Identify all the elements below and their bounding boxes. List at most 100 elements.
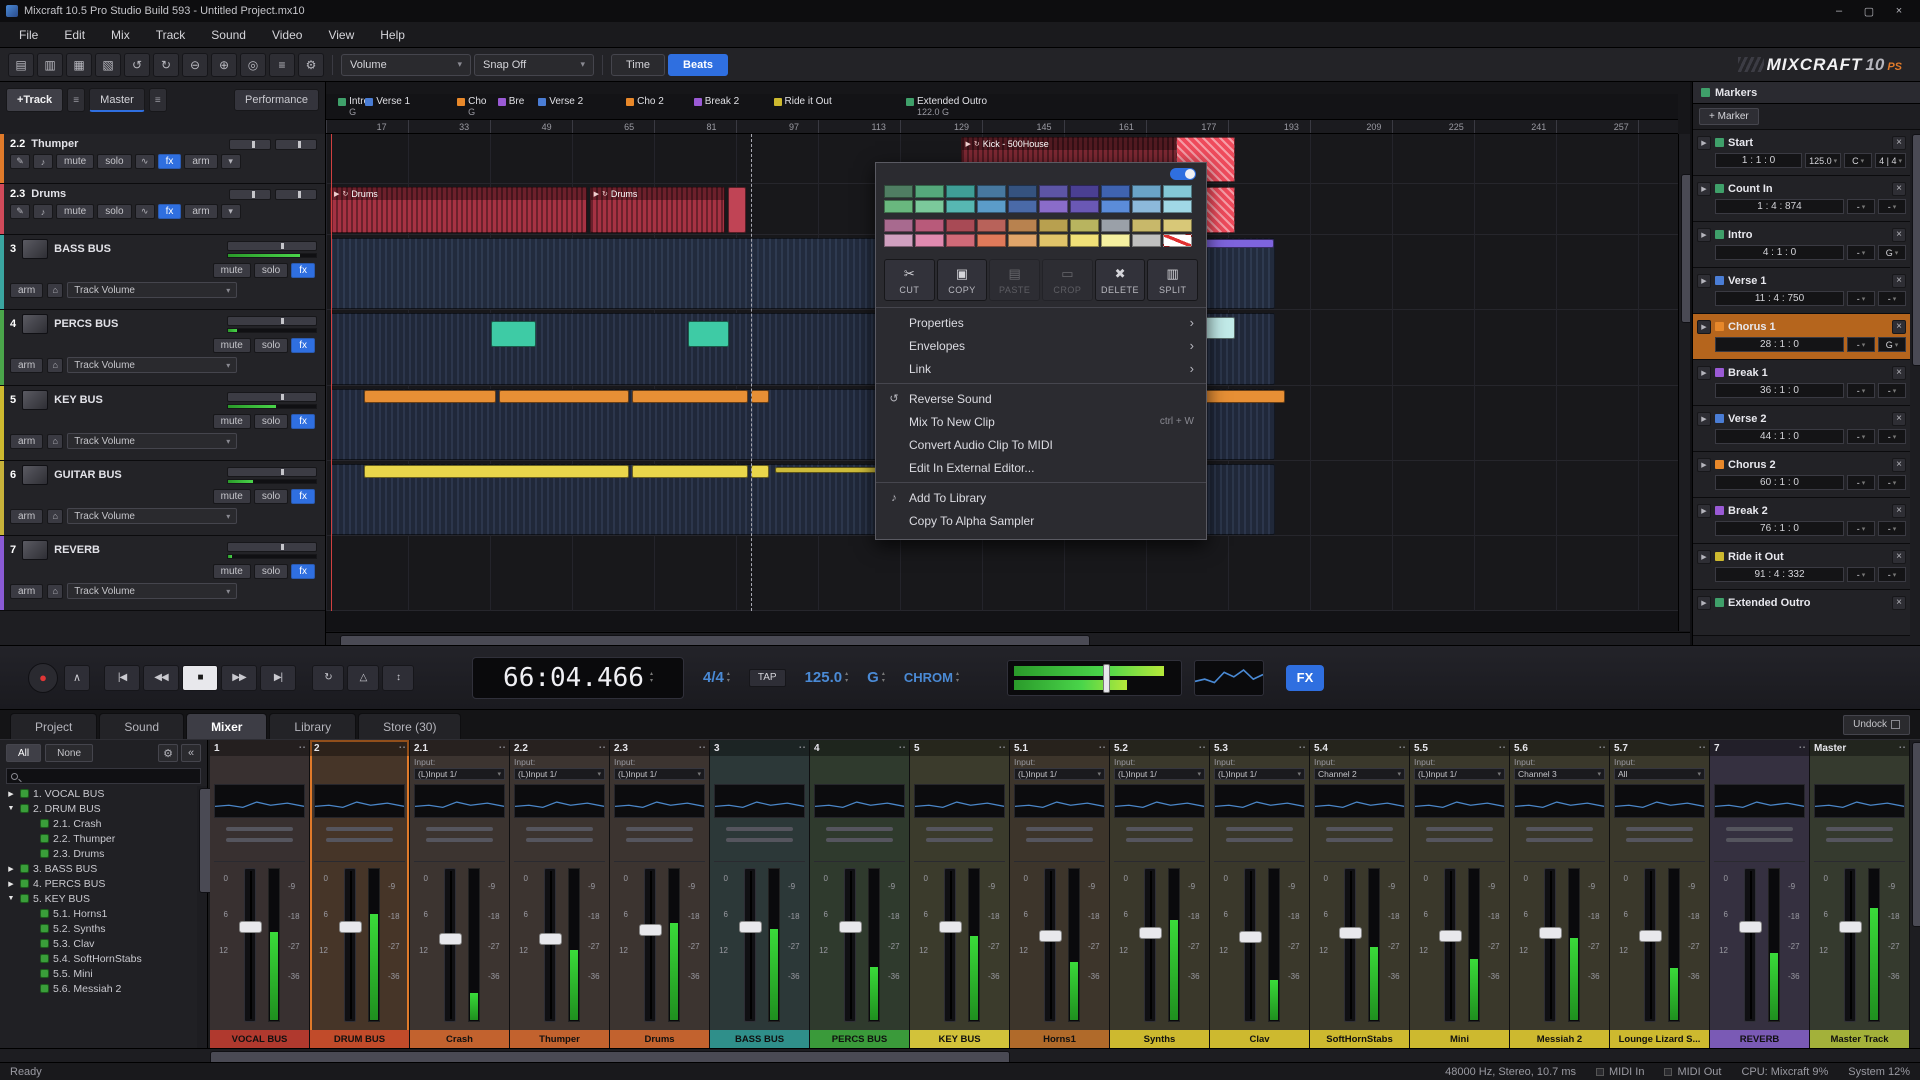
- marker-position[interactable]: 1 : 1 : 0: [1715, 153, 1802, 168]
- search-input[interactable]: [22, 771, 196, 782]
- channel-sends-section[interactable]: [714, 820, 805, 862]
- menu-item[interactable]: Help: [367, 22, 418, 47]
- channel-eq-display[interactable]: [1614, 784, 1705, 818]
- marker-value-dropdown[interactable]: -: [1847, 521, 1875, 536]
- mixer-channel-strip[interactable]: 5.2 Input: (L)Input 1/: [1110, 740, 1210, 1048]
- mixer-channel-strip[interactable]: 2 Input:: [310, 740, 410, 1048]
- channel-eq-display[interactable]: [1014, 784, 1105, 818]
- marker-delete-button[interactable]: [1892, 596, 1906, 610]
- channel-eq-display[interactable]: [1514, 784, 1605, 818]
- section-marker[interactable]: Extended Outro 122.0 G: [906, 96, 987, 117]
- palette-swatch[interactable]: [977, 185, 1006, 198]
- marker-name[interactable]: Verse 1: [1728, 275, 1888, 287]
- tree-item[interactable]: 5.4. SoftHornStabs: [0, 951, 197, 966]
- track-name[interactable]: Thumper: [31, 138, 78, 150]
- marker-value-dropdown[interactable]: -: [1847, 567, 1875, 582]
- mixer-channel-strip[interactable]: 5 Input:: [910, 740, 1010, 1048]
- channel-sends-section[interactable]: [614, 820, 705, 862]
- context-menu-item[interactable]: Envelopes: [876, 334, 1206, 357]
- channel-header-icons[interactable]: [1899, 745, 1905, 751]
- clip-action-button[interactable]: ▣ COPY: [937, 259, 988, 301]
- marker-position[interactable]: 91 : 4 : 332: [1715, 567, 1844, 582]
- fx-button[interactable]: fx: [291, 489, 315, 504]
- marker-play-icon[interactable]: [1697, 136, 1711, 150]
- mixer-horizontal-scrollbar[interactable]: [0, 1048, 1920, 1062]
- tree-item[interactable]: 2.1. Crash: [0, 816, 197, 831]
- channel-eq-display[interactable]: [214, 784, 305, 818]
- channel-sends-section[interactable]: [414, 820, 505, 862]
- marker-play-icon[interactable]: [1697, 596, 1711, 610]
- section-marker[interactable]: Cho 2: [626, 96, 664, 107]
- marker-item[interactable]: Break 1 36 : 1 : 0 --: [1693, 360, 1910, 406]
- solo-button[interactable]: solo: [97, 154, 131, 169]
- redo-icon[interactable]: ↻: [153, 53, 179, 77]
- marker-delete-button[interactable]: [1892, 504, 1906, 518]
- fader-track[interactable]: [1544, 868, 1556, 1022]
- palette-swatch[interactable]: [915, 185, 944, 198]
- audio-clip[interactable]: ▶ ↻: [751, 390, 770, 403]
- mixer-channel-strip[interactable]: 2.1 Input: (L)Input 1/: [410, 740, 510, 1048]
- time-display[interactable]: 66:04.466 ▴▾: [472, 657, 684, 699]
- add-track-button[interactable]: +Track: [6, 88, 63, 112]
- channel-name-label[interactable]: Thumper: [510, 1030, 609, 1048]
- palette-swatch[interactable]: [1101, 200, 1130, 213]
- key-control[interactable]: G ▴▾: [867, 669, 885, 686]
- marker-position[interactable]: 44 : 1 : 0: [1715, 429, 1844, 444]
- fader-handle[interactable]: [939, 921, 962, 933]
- audio-clip[interactable]: ▶ ↻: [364, 465, 629, 478]
- clip-play-icon[interactable]: ▶: [594, 190, 599, 198]
- tree-check-icon[interactable]: [20, 894, 29, 903]
- mixer-channel-strip[interactable]: 2.2 Input: (L)Input 1/: [510, 740, 610, 1048]
- fader-handle[interactable]: [1539, 927, 1562, 939]
- minimize-button[interactable]: –: [1824, 1, 1854, 21]
- menu-item[interactable]: Edit: [51, 22, 98, 47]
- performance-button[interactable]: Performance: [234, 89, 319, 111]
- list-icon[interactable]: ≡: [269, 53, 295, 77]
- tree-check-icon[interactable]: [20, 804, 29, 813]
- save-icon[interactable]: ▦: [66, 53, 92, 77]
- tab[interactable]: Mixer: [186, 713, 267, 739]
- marker-name[interactable]: Extended Outro: [1728, 597, 1888, 609]
- palette-swatch[interactable]: [1070, 219, 1099, 232]
- marker-value-dropdown[interactable]: -: [1847, 337, 1875, 352]
- channel-name-label[interactable]: KEY BUS: [910, 1030, 1009, 1048]
- send-slider[interactable]: [326, 838, 393, 842]
- marker-item[interactable]: Verse 2 44 : 1 : 0 --: [1693, 406, 1910, 452]
- fader-track[interactable]: [844, 868, 856, 1022]
- channel-header[interactable]: 2.2: [510, 740, 609, 756]
- channel-sends-section[interactable]: [1514, 820, 1605, 862]
- master-fx-button[interactable]: FX: [1286, 665, 1324, 691]
- fader-track[interactable]: [1244, 868, 1256, 1022]
- send-slider[interactable]: [1326, 827, 1393, 831]
- send-slider[interactable]: [726, 838, 793, 842]
- scrollbar-thumb[interactable]: [340, 635, 1090, 645]
- channel-sends-section[interactable]: [1714, 820, 1805, 862]
- channel-eq-display[interactable]: [914, 784, 1005, 818]
- fader-handle[interactable]: [1739, 921, 1762, 933]
- mixer-channel-strip[interactable]: 5.6 Input: Channel 3: [1510, 740, 1610, 1048]
- tree-check-icon[interactable]: [40, 909, 49, 918]
- input-dropdown[interactable]: (L)Input 1/: [614, 768, 705, 780]
- send-slider[interactable]: [1526, 838, 1593, 842]
- spinner[interactable]: ▴▾: [956, 671, 959, 685]
- channel-header-icons[interactable]: [1399, 745, 1405, 751]
- arm-button[interactable]: arm: [10, 584, 43, 599]
- clip-loop-icon[interactable]: ↻: [602, 190, 608, 198]
- fader-handle[interactable]: [439, 933, 462, 945]
- master-track-button[interactable]: Master: [89, 88, 145, 112]
- channel-eq-display[interactable]: [314, 784, 405, 818]
- marker-play-icon[interactable]: [1697, 504, 1711, 518]
- context-menu-item[interactable]: Mix To New Clip ctrl + W: [876, 410, 1206, 433]
- track-row[interactable]: 7 REVERB mute solo fx: [0, 536, 325, 611]
- section-marker[interactable]: Bre: [498, 96, 525, 107]
- marker-name[interactable]: Break 1: [1728, 367, 1888, 379]
- track-pan-slider[interactable]: [275, 189, 317, 200]
- send-slider[interactable]: [1426, 827, 1493, 831]
- fx-button[interactable]: fx: [291, 338, 315, 353]
- channel-eq-display[interactable]: [614, 784, 705, 818]
- tree-check-icon[interactable]: [20, 864, 29, 873]
- spinner[interactable]: ▴▾: [882, 671, 885, 685]
- palette-swatch[interactable]: [915, 219, 944, 232]
- tree-item[interactable]: ▼ 5. KEY BUS: [0, 891, 197, 906]
- fader-track[interactable]: [444, 868, 456, 1022]
